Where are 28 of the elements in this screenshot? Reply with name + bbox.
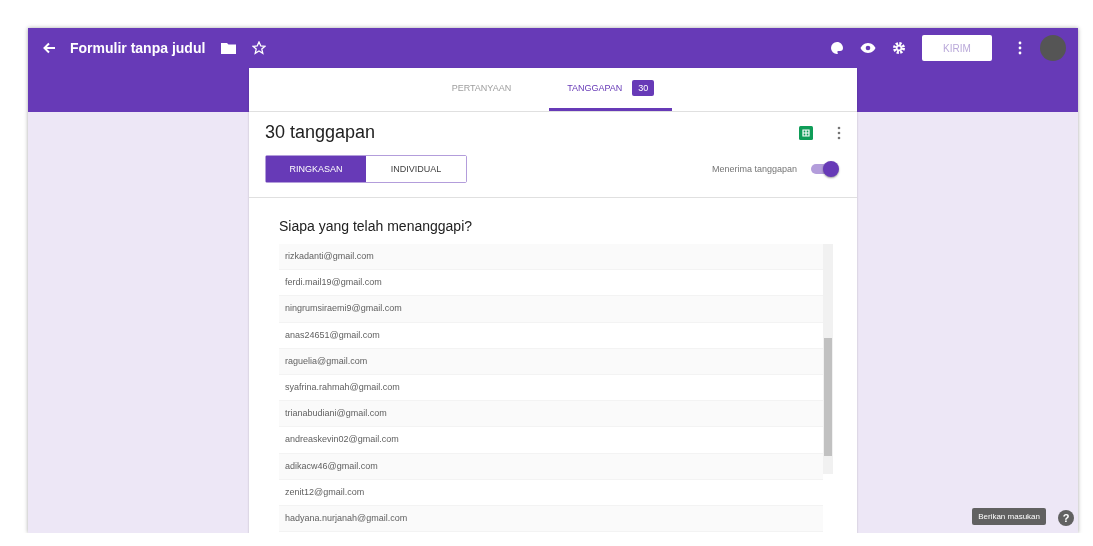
star-icon[interactable] [252, 41, 267, 55]
view-toggle-button[interactable]: RINGKASAN [266, 156, 366, 182]
form-title[interactable]: Formulir tanpa judul [70, 40, 206, 56]
accepting-responses-toggle[interactable] [809, 161, 839, 177]
respondent-email: trianabudiani@gmail.com [279, 401, 823, 428]
respondent-email: rizkadanti@gmail.com [279, 244, 823, 271]
respondent-email: ningrumsiraemi9@gmail.com [279, 296, 823, 323]
count-badge: 30 [632, 80, 655, 96]
respondent-email: zenit12@gmail.com [279, 479, 823, 506]
settings-icon[interactable] [892, 41, 906, 55]
feedback-button[interactable]: Berikan masukan [972, 508, 1046, 525]
accepting-responses-label: Menerima tanggapan [711, 164, 797, 174]
question-title: Siapa yang telah menanggapi? [278, 217, 474, 236]
respondent-email: adikacw46@gmail.com [279, 453, 823, 480]
eye-icon[interactable] [860, 42, 876, 54]
respondent-email: anas24651@gmail.com [279, 322, 823, 349]
more-options-icon[interactable] [837, 125, 841, 140]
tab[interactable]: TANGGAPAN 30 [549, 68, 673, 111]
response-count-title: 30 tanggapan [265, 122, 377, 143]
folder-icon[interactable] [221, 42, 237, 54]
respondent-email: andreaskevin02@gmail.com [279, 427, 823, 454]
spreadsheet-icon[interactable] [799, 125, 813, 140]
back-arrow-icon[interactable] [42, 41, 56, 55]
more-options-icon[interactable] [1018, 41, 1022, 55]
scrollbar[interactable] [823, 244, 833, 474]
palette-icon[interactable] [830, 41, 844, 55]
respondent-email: hadyana.nurjanah@gmail.com [279, 505, 823, 533]
respondent-email: raguelia@gmail.com [279, 348, 823, 375]
